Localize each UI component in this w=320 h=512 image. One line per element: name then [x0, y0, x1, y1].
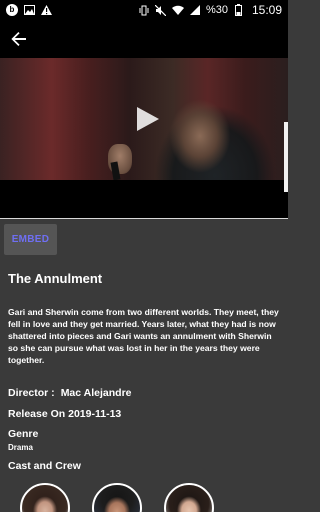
arrow-back-icon [11, 32, 26, 46]
embed-button[interactable]: EMBED [4, 224, 57, 255]
app-bar [0, 20, 288, 58]
cast-list [0, 483, 288, 512]
warning-icon [40, 4, 52, 16]
cast-avatar[interactable] [20, 483, 70, 512]
play-icon[interactable] [134, 106, 160, 132]
release-date: Release On 2019-11-13 [8, 408, 122, 420]
image-icon [23, 4, 35, 16]
back-button[interactable] [8, 28, 30, 50]
side-drawer-handle[interactable] [284, 122, 288, 192]
battery-icon [233, 4, 245, 16]
movie-title: The Annulment [8, 271, 103, 286]
movie-details: EMBED The Annulment Gari and Sherwin com… [0, 218, 288, 512]
director-label: Director : [8, 387, 55, 399]
status-time: 15:09 [251, 3, 282, 17]
cast-and-crew-label: Cast and Crew [8, 460, 81, 472]
video-bottom-bar [0, 180, 288, 218]
status-right-icons: %30 15:09 [138, 3, 282, 17]
genre-label: Genre [8, 428, 39, 440]
vibrate-icon [138, 4, 150, 16]
cast-avatar[interactable] [92, 483, 142, 512]
signal-icon [189, 4, 201, 16]
status-bar: b %30 15:09 [0, 0, 288, 20]
mute-icon [155, 4, 167, 16]
video-player[interactable] [0, 58, 288, 218]
b-notification-icon: b [6, 4, 18, 16]
director-value[interactable]: Mac Alejandre [61, 387, 132, 399]
wifi-icon [171, 4, 184, 16]
status-left-icons: b [6, 4, 52, 16]
director-line: Director : Mac Alejandre [8, 387, 132, 399]
movie-description: Gari and Sherwin come from two different… [8, 307, 279, 365]
battery-percentage: %30 [205, 4, 228, 16]
genre-value: Drama [8, 443, 33, 452]
cast-avatar[interactable] [164, 483, 214, 512]
